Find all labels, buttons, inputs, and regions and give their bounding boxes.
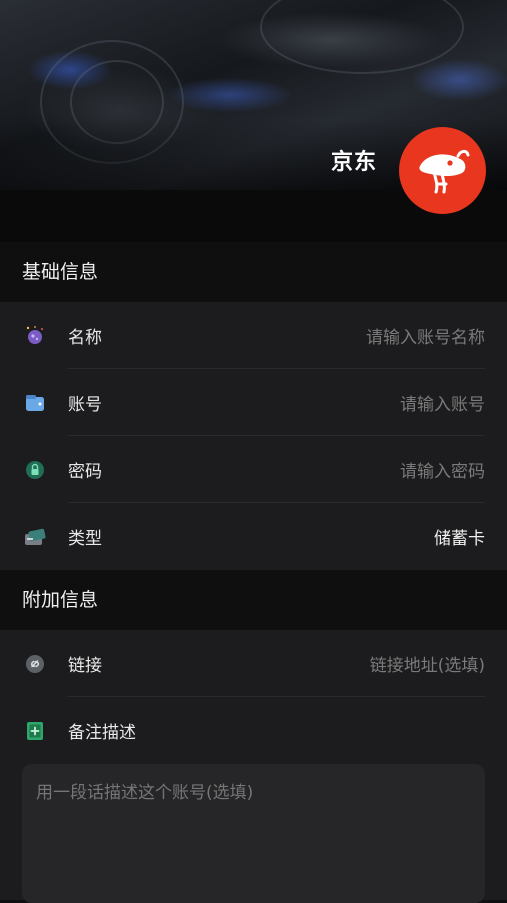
name-row[interactable]: 名称 请输入账号名称 [0,302,507,369]
type-label: 类型 [68,529,102,549]
section-title-basic: 基础信息 [0,242,507,302]
password-label: 密码 [68,462,102,482]
header-banner: 京东 [0,0,507,242]
type-row[interactable]: 类型 储蓄卡 [0,503,507,570]
password-input[interactable]: 请输入密码 [400,457,485,482]
lock-icon [24,459,46,481]
extra-info-card: 链接 链接地址(选填) 备注描述 用一段话描述这个账号(选填) [0,630,507,903]
type-select[interactable]: 储蓄卡 [434,524,485,549]
name-input[interactable]: 请输入账号名称 [366,323,485,348]
section-title-extra: 附加信息 [0,570,507,630]
name-label: 名称 [68,328,102,348]
link-input[interactable]: 链接地址(选填) [370,651,485,676]
account-row[interactable]: 账号 请输入账号 [0,369,507,436]
jd-dog-logo-icon[interactable] [399,127,486,214]
swirl-decoration [260,0,464,74]
password-row[interactable]: 密码 请输入密码 [0,436,507,503]
brand-name: 京东 [330,150,377,175]
note-row: 备注描述 [0,697,507,764]
note-icon [24,720,46,742]
link-label: 链接 [68,656,102,676]
account-input[interactable]: 请输入账号 [400,390,485,415]
link-row[interactable]: 链接 链接地址(选填) [0,630,507,697]
description-field-wrap: 用一段话描述这个账号(选填) [0,764,507,903]
basic-info-card: 名称 请输入账号名称 账号 请输入账号 密码 请输入密码 类型 储蓄卡 [0,302,507,570]
link-icon [24,653,46,675]
account-label: 账号 [68,395,102,415]
planet-icon [24,325,46,347]
wallet-icon [24,392,46,414]
note-label: 备注描述 [68,723,136,743]
description-textarea[interactable]: 用一段话描述这个账号(选填) [22,764,485,903]
card-icon [24,526,46,548]
